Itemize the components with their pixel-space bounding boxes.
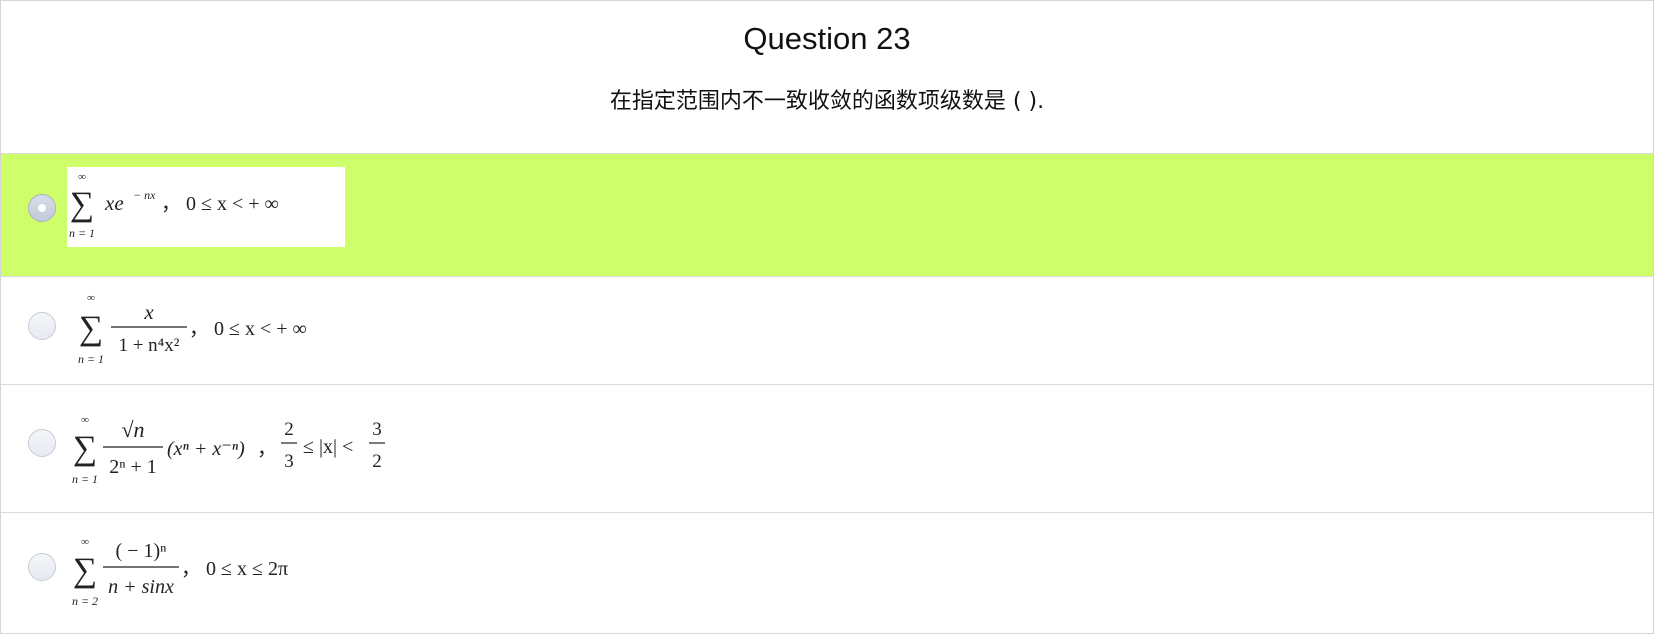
fraction-denominator: 1 + n⁴x² [118,335,179,356]
fraction-denominator: 2ⁿ + 1 [109,456,157,478]
answer-option-d[interactable]: ∞ ∑ n = 2 ( − 1)ⁿ n + sinx ， 0 ≤ x ≤ 2π [1,512,1653,634]
factor: (xⁿ + x⁻ⁿ) [167,438,245,460]
option-b-formula-svg: ∞ ∑ n = 1 x 1 + n⁴x² ， 0 ≤ x < + ∞ [78,292,307,366]
range-right-denominator: 2 [372,451,382,472]
radio-button-a[interactable] [28,194,56,222]
sum-upper-limit: ∞ [78,171,86,183]
answer-option-c[interactable]: ∞ ∑ n = 1 √n 2ⁿ + 1 (xⁿ + x⁻ⁿ) ， 2 3 ≤ |… [1,384,1653,512]
answer-option-a[interactable]: ∞ ∑ n = 1 xe − nx ， 0 ≤ x < + ∞ [1,153,1653,276]
sigma-symbol: ∑ [73,430,97,467]
answer-option-b[interactable]: ∞ ∑ n = 1 x 1 + n⁴x² ， 0 ≤ x < + ∞ [1,276,1653,384]
term-exponent: − nx [133,188,156,202]
sum-lower-limit: n = 1 [78,352,104,366]
question-card: Question 23 在指定范围内不一致收敛的函数项级数是 ( ). ∞ ∑ … [0,0,1654,634]
radio-button-c[interactable] [28,429,56,457]
question-title: Question 23 [743,21,911,56]
sigma-symbol: ∑ [79,310,103,347]
radio-button-b[interactable] [28,312,56,340]
sum-upper-limit: ∞ [81,414,89,426]
sigma-symbol: ∑ [70,186,94,223]
fraction-numerator: √n [121,417,144,442]
sigma-symbol: ∑ [73,552,97,589]
range-middle: ≤ |x| < [303,436,353,458]
term-base: xe [104,191,124,215]
option-d-formula: ∞ ∑ n = 2 ( − 1)ⁿ n + sinx ， 0 ≤ x ≤ 2π [67,525,367,621]
option-c-formula: ∞ ∑ n = 1 √n 2ⁿ + 1 (xⁿ + x⁻ⁿ) ， 2 3 ≤ |… [67,397,427,497]
fraction-numerator: ( − 1)ⁿ [116,540,167,562]
option-c-formula-svg: ∞ ∑ n = 1 √n 2ⁿ + 1 (xⁿ + x⁻ⁿ) ， 2 3 ≤ |… [72,414,385,486]
sum-lower-limit: n = 1 [69,226,95,240]
sum-upper-limit: ∞ [87,292,95,304]
range-right-numerator: 3 [372,419,382,440]
sum-upper-limit: ∞ [81,536,89,548]
option-range: ， 0 ≤ x < + ∞ [189,318,307,340]
option-range: ， 0 ≤ x ≤ 2π [181,558,288,580]
option-b-formula: ∞ ∑ n = 1 x 1 + n⁴x² ， 0 ≤ x < + ∞ [69,289,369,375]
option-a-formula-svg: ∞ ∑ n = 1 xe − nx ， 0 ≤ x < + ∞ [69,171,279,240]
range-left-denominator: 3 [284,451,294,472]
option-range: ， 0 ≤ x < + ∞ [161,193,279,215]
fraction-numerator: x [143,300,154,324]
question-stem: 在指定范围内不一致收敛的函数项级数是 ( ). [609,89,1045,114]
sum-lower-limit: n = 2 [72,594,98,608]
range-separator: ， [257,438,277,460]
range-left-numerator: 2 [284,419,294,440]
question-header: Question 23 在指定范围内不一致收敛的函数项级数是 ( ). [1,1,1653,153]
fraction-denominator: n + sinx [108,576,174,598]
option-d-formula-svg: ∞ ∑ n = 2 ( − 1)ⁿ n + sinx ， 0 ≤ x ≤ 2π [72,536,288,608]
sum-lower-limit: n = 1 [72,472,98,486]
radio-button-d[interactable] [28,553,56,581]
option-a-formula: ∞ ∑ n = 1 xe − nx ， 0 ≤ x < + ∞ [67,167,345,247]
